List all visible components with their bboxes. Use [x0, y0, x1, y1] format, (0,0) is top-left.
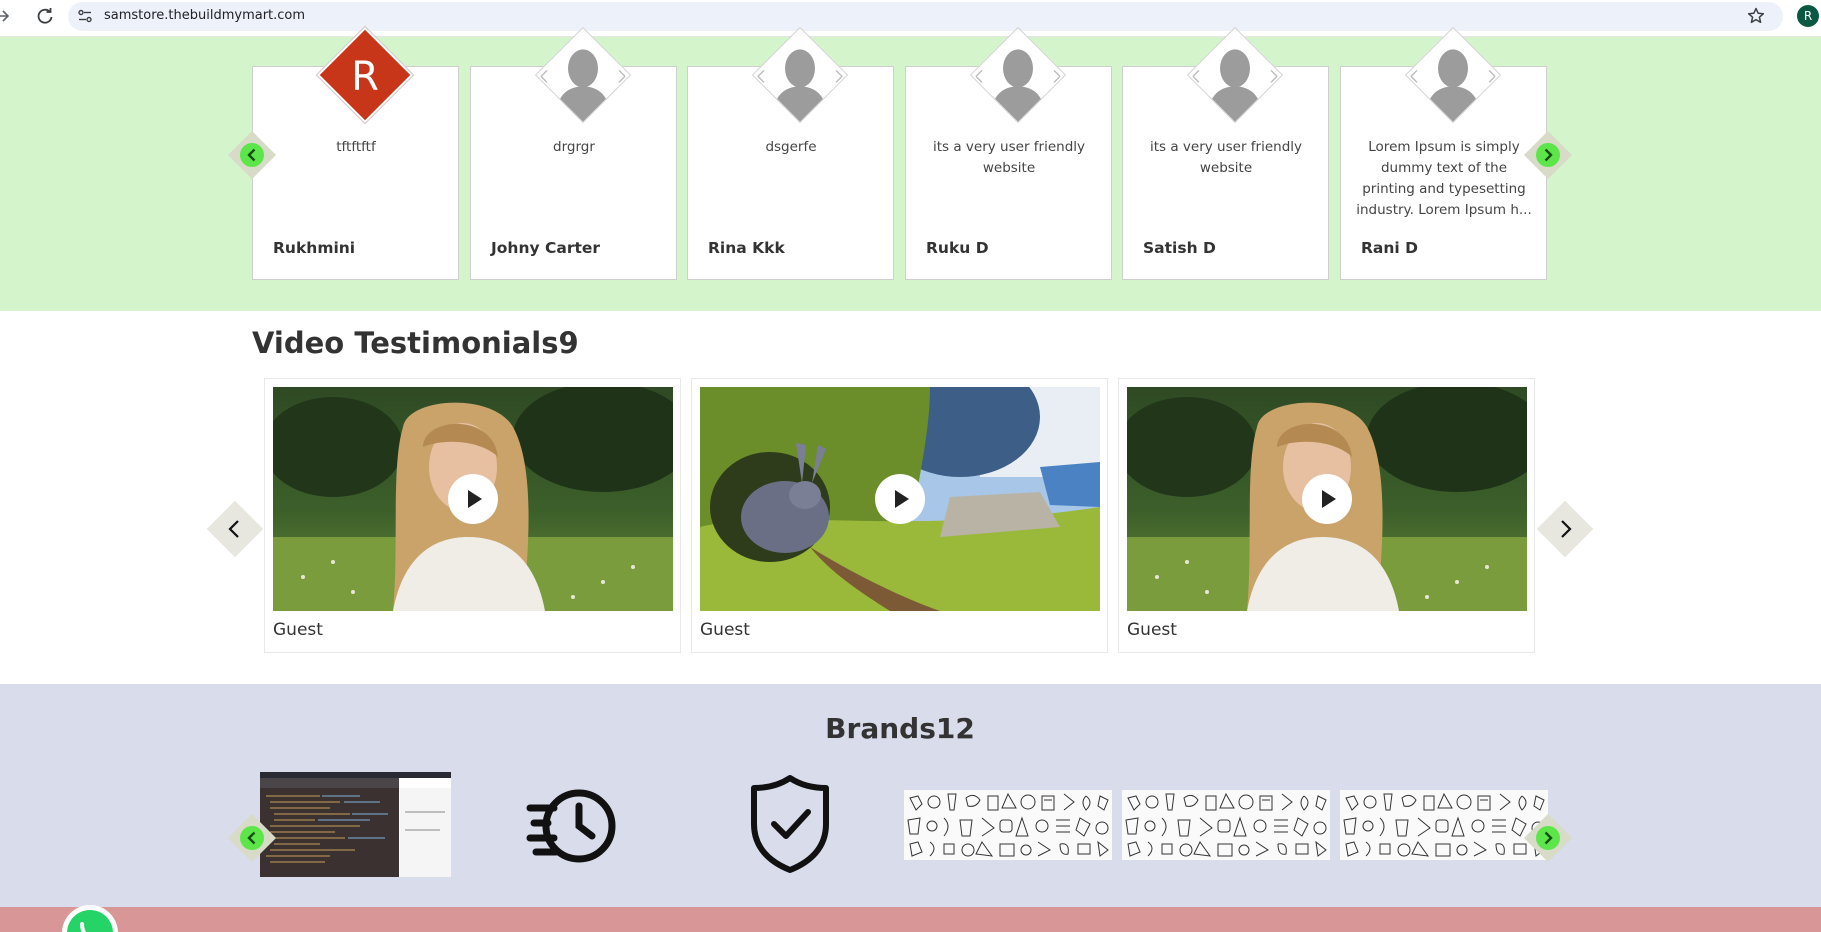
bookmark-star-icon[interactable]: [1746, 6, 1766, 26]
testimonial-comment: its a very user friendly website: [932, 139, 1086, 176]
whatsapp-icon: [67, 910, 113, 932]
play-icon: [468, 490, 482, 508]
testimonial-card: Rtftftftf Rukhmini: [252, 26, 459, 280]
chevron-left-icon: [240, 143, 264, 167]
testimonials-section: Rtftftftf Rukhmini drgrgr Johny Carter dsger…: [0, 26, 1821, 311]
chevron-right-icon: [1550, 514, 1580, 544]
brands-title: Brands12: [825, 712, 975, 745]
whatsapp-button[interactable]: [62, 905, 118, 932]
testimonial-name: Ruku D: [926, 239, 989, 257]
doodle-pattern-logo: [904, 790, 1112, 860]
testimonial-card: drgrgr Johny Carter: [470, 26, 677, 280]
avatar: [1186, 26, 1284, 124]
chevron-left-icon: [220, 514, 250, 544]
video-author-name: Guest: [700, 620, 750, 640]
video-thumbnail[interactable]: [1127, 387, 1527, 611]
reload-icon[interactable]: [32, 3, 58, 29]
fast-clock-icon: [526, 789, 616, 863]
code-screenshot-logo: [260, 772, 451, 877]
video-thumbnail[interactable]: [273, 387, 673, 611]
forward-arrow-icon[interactable]: [0, 4, 14, 28]
chevron-right-icon: [1536, 826, 1560, 850]
testimonial-name: Satish D: [1143, 239, 1216, 257]
testimonial-comment: dsgerfe: [765, 139, 817, 155]
user-silhouette-icon: [972, 30, 1064, 123]
play-icon: [1322, 490, 1336, 508]
chevron-left-icon: [240, 826, 264, 850]
site-info-icon[interactable]: [76, 7, 94, 25]
avatar-letter: R: [351, 54, 379, 100]
play-button[interactable]: [448, 474, 498, 524]
avatar: [751, 26, 849, 124]
video-card[interactable]: Guest: [1118, 378, 1535, 653]
video-thumbnail[interactable]: [700, 387, 1100, 611]
testimonial-comment: Lorem Ipsum is simply dummy text of the …: [1356, 139, 1532, 218]
video-card[interactable]: Guest: [264, 378, 681, 653]
brand-logo-6[interactable]: [1340, 790, 1548, 860]
video-author-name: Guest: [273, 620, 323, 640]
user-silhouette-icon: [1189, 30, 1281, 123]
avatar: [534, 26, 632, 124]
brand-logo-4[interactable]: [904, 790, 1112, 860]
testimonial-name: Rukhmini: [273, 239, 356, 257]
address-bar[interactable]: samstore.thebuildmymart.com: [68, 2, 1783, 31]
testimonial-card: its a very user friendly website Satish D: [1122, 26, 1329, 280]
url-text[interactable]: samstore.thebuildmymart.com: [104, 8, 305, 23]
testimonial-comment: its a very user friendly website: [1149, 139, 1303, 176]
user-silhouette-icon: [1407, 30, 1499, 123]
avatar: R: [316, 26, 414, 124]
brand-logo-3[interactable]: [750, 774, 830, 874]
testimonial-name: Rani D: [1361, 239, 1419, 257]
shield-check-icon: [751, 775, 829, 873]
videos-prev-button[interactable]: [206, 500, 264, 558]
doodle-pattern-logo: [1122, 790, 1330, 860]
video-testimonials-title: Video Testimonials9: [252, 326, 579, 360]
profile-avatar[interactable]: R: [1797, 5, 1819, 27]
play-icon: [895, 490, 909, 508]
brand-logo-2[interactable]: [526, 786, 620, 866]
brand-logo-5[interactable]: [1122, 790, 1330, 860]
brand-logo-1[interactable]: [260, 772, 451, 877]
play-button[interactable]: [875, 474, 925, 524]
testimonial-card: Lorem Ipsum is simply dummy text of the …: [1340, 26, 1547, 280]
chevron-right-icon: [1536, 143, 1560, 167]
browser-toolbar: samstore.thebuildmymart.com R: [0, 0, 1821, 37]
footer-strip: [0, 907, 1821, 932]
testimonial-name: Johny Carter: [491, 239, 601, 257]
user-silhouette-icon: [754, 30, 846, 123]
testimonial-card: dsgerfe Rina Kkk: [687, 26, 894, 280]
doodle-pattern-logo: [1340, 790, 1548, 860]
testimonial-comment: tftftftf: [336, 139, 376, 155]
play-button[interactable]: [1302, 474, 1352, 524]
videos-next-button[interactable]: [1536, 500, 1594, 558]
testimonial-name: Rina Kkk: [708, 239, 785, 257]
avatar: [969, 26, 1067, 124]
avatar: [1404, 26, 1502, 124]
testimonial-comment: drgrgr: [553, 139, 595, 155]
video-card[interactable]: Guest: [691, 378, 1108, 653]
user-silhouette-icon: [537, 30, 629, 123]
video-author-name: Guest: [1127, 620, 1177, 640]
testimonial-card: its a very user friendly website Ruku D: [905, 26, 1112, 280]
brands-section: Brands12: [0, 684, 1821, 907]
